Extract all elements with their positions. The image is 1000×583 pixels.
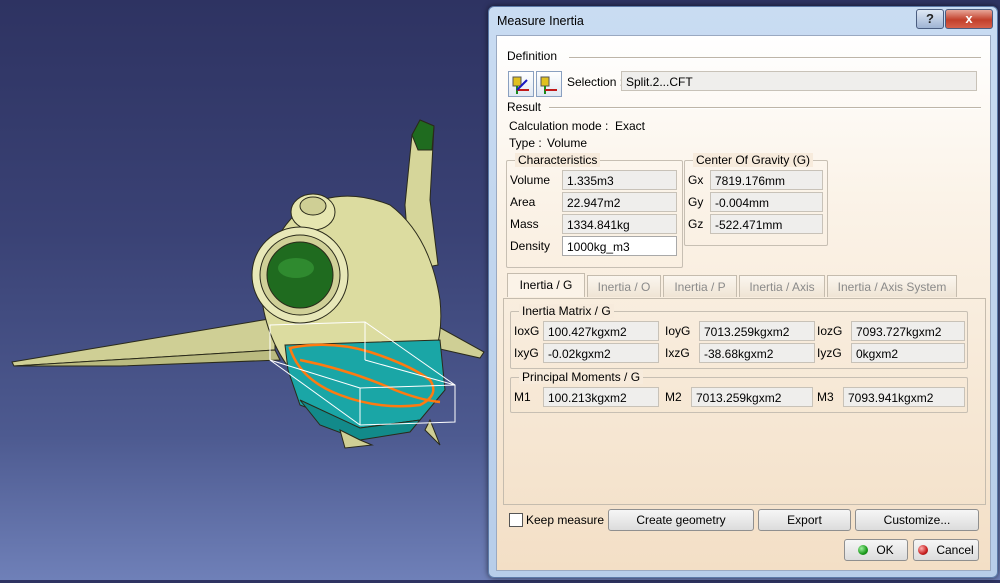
volume-field: 1.335m3 [562,170,677,190]
ixzg-field: -38.68kgxm2 [699,343,815,363]
gz-field: -522.471mm [710,214,823,234]
measure-inertia-2d-button[interactable] [536,71,562,97]
inertia-tabs: Inertia / G Inertia / O Inertia / P Iner… [507,273,977,299]
iyzg-label: IyzG [817,346,842,360]
result-label: Result [507,100,542,114]
principal-moments-group: Principal Moments / G M1 100.213kgxm2 M2… [510,370,968,413]
selection-label: Selection : [567,75,624,89]
ok-icon [858,545,869,555]
dialog-title: Measure Inertia [497,14,584,28]
m1-label: M1 [514,390,531,404]
ixyg-label: IxyG [514,346,539,360]
tab-inertia-p[interactable]: Inertia / P [663,275,737,297]
tab-inertia-axis-system[interactable]: Inertia / Axis System [827,275,957,297]
calculation-mode-label: Calculation mode : [509,119,609,133]
cancel-button-label: Cancel [936,543,974,557]
gz-label: Gz [688,217,704,231]
cancel-icon [918,545,929,555]
ioxg-label: IoxG [514,324,540,338]
characteristics-title: Characteristics [515,153,601,167]
dialog-titlebar[interactable]: Measure Inertia ? x [489,7,997,35]
ixyg-field: -0.02kgxm2 [543,343,659,363]
m2-label: M2 [665,390,682,404]
ioyg-field: 7013.259kgxm2 [699,321,815,341]
customize-button[interactable]: Customize... [855,509,979,531]
tab-panel-inertia-g: Inertia Matrix / G IoxG 100.427kgxm2 Ioy… [503,298,986,505]
m3-field: 7093.941kgxm2 [843,387,965,407]
result-divider [549,107,981,109]
inertia-matrix-group: Inertia Matrix / G IoxG 100.427kgxm2 Ioy… [510,304,968,369]
ok-button[interactable]: OK [844,539,908,561]
ixzg-label: IxzG [665,346,690,360]
tab-inertia-g[interactable]: Inertia / G [507,273,585,297]
help-icon: ? [926,11,934,26]
definition-divider [569,57,981,59]
area-label: Area [510,195,536,209]
principal-moments-title: Principal Moments / G [519,370,644,384]
mass-label: Mass [510,217,539,231]
calculation-mode-value: Exact [615,119,646,133]
gy-label: Gy [688,195,704,209]
ioyg-label: IoyG [665,324,691,338]
tab-inertia-o[interactable]: Inertia / O [587,275,661,297]
density-label: Density [510,239,551,253]
center-of-gravity-group: Center Of Gravity (G) Gx 7819.176mm Gy -… [684,153,828,246]
measure-inertia-dialog: Measure Inertia ? x Definition Selection… [488,6,998,578]
tab-inertia-axis[interactable]: Inertia / Axis [739,275,825,297]
characteristics-group: Characteristics Volume 1.335m3 Area 22.9… [506,153,683,268]
ioxg-field: 100.427kgxm2 [543,321,659,341]
type-value: Volume [547,136,588,150]
iyzg-field: 0kgxm2 [851,343,965,363]
iozg-label: IozG [817,324,843,338]
dialog-client-area: Definition Selection : Split.2...CFT Res… [496,35,991,571]
m2-field: 7013.259kgxm2 [691,387,813,407]
iozg-field: 7093.727kgxm2 [851,321,965,341]
measure-inertia-3d-icon [512,76,529,94]
close-button[interactable]: x [945,9,993,29]
gx-field: 7819.176mm [710,170,823,190]
selection-field[interactable]: Split.2...CFT [621,71,977,91]
area-field: 22.947m2 [562,192,677,212]
measure-inertia-2d-icon [540,76,557,94]
create-geometry-button[interactable]: Create geometry [608,509,754,531]
close-icon: x [965,11,973,26]
keep-measure-label: Keep measure [526,513,605,527]
density-field[interactable]: 1000kg_m3 [562,236,677,256]
m3-label: M3 [817,390,834,404]
type-label: Type : [509,136,542,150]
cancel-button[interactable]: Cancel [913,539,979,561]
volume-label: Volume [510,173,551,187]
mass-field: 1334.841kg [562,214,677,234]
definition-label: Definition [507,49,558,63]
export-button[interactable]: Export [758,509,851,531]
center-of-gravity-title: Center Of Gravity (G) [693,153,814,167]
ok-button-label: OK [876,543,894,557]
gy-field: -0.004mm [710,192,823,212]
help-button[interactable]: ? [916,9,944,29]
m1-field: 100.213kgxm2 [543,387,659,407]
gx-label: Gx [688,173,704,187]
keep-measure-checkbox[interactable] [509,513,523,527]
inertia-matrix-title: Inertia Matrix / G [519,304,614,318]
measure-inertia-3d-button[interactable] [508,71,534,97]
